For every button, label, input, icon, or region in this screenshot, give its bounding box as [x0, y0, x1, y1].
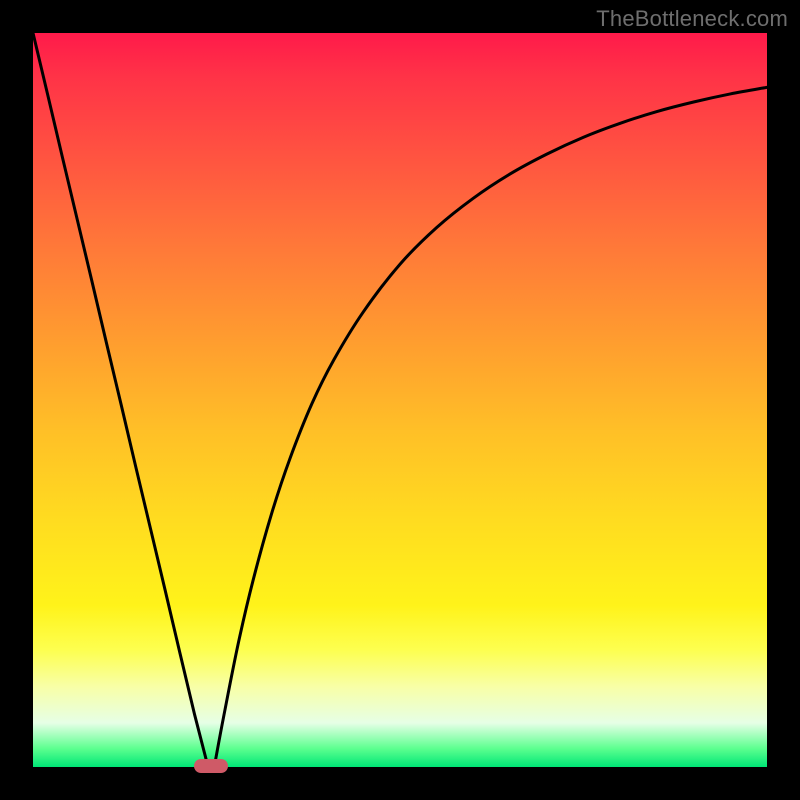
chart-frame: TheBottleneck.com — [0, 0, 800, 800]
bottleneck-marker — [194, 759, 228, 773]
curve-right-branch — [215, 87, 767, 762]
curve-layer — [33, 33, 767, 767]
curve-left-branch — [33, 33, 207, 763]
plot-area — [33, 33, 767, 767]
watermark-text: TheBottleneck.com — [596, 6, 788, 32]
